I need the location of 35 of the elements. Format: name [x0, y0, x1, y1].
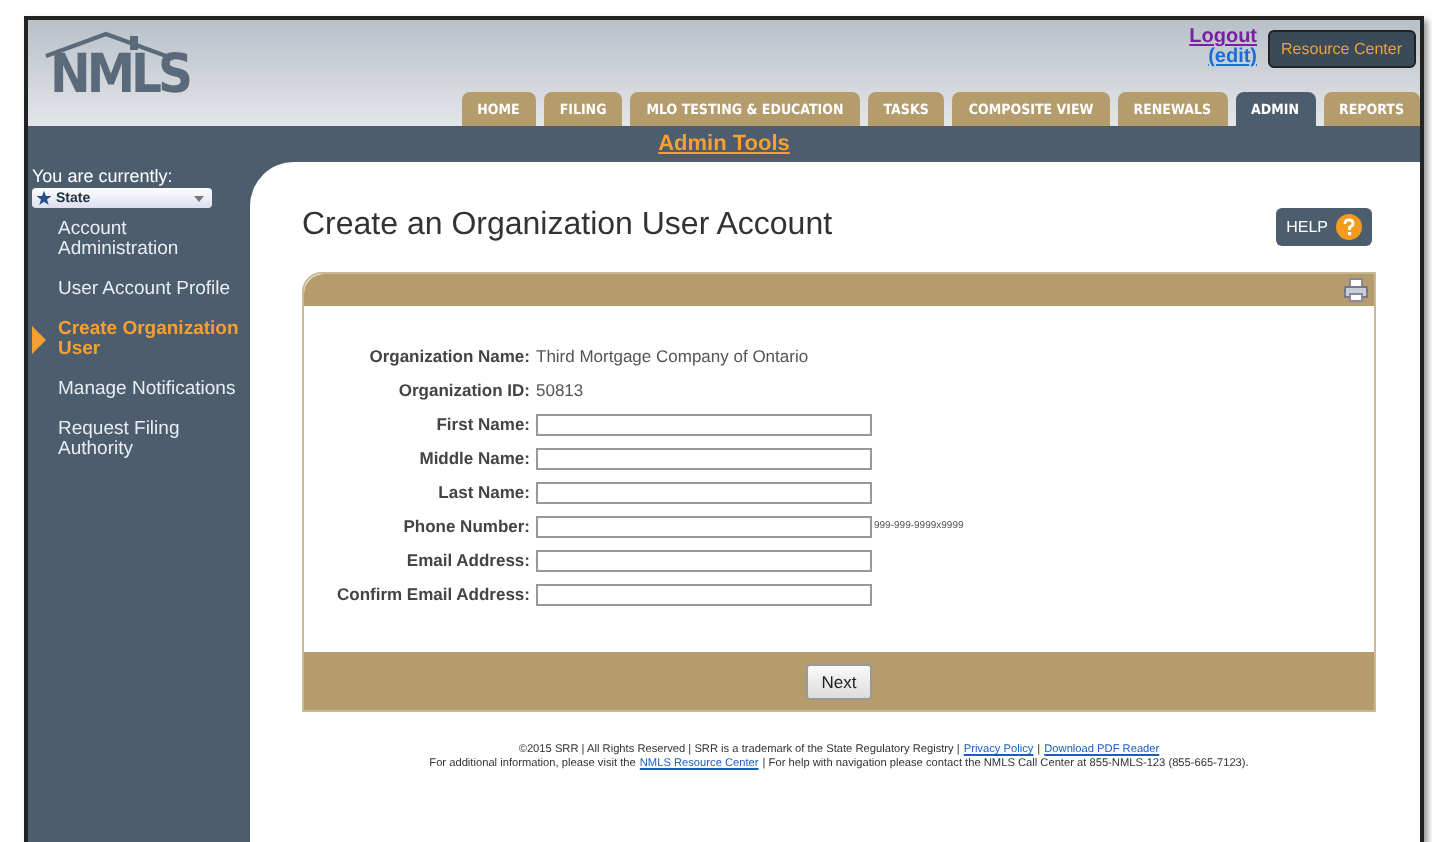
next-button[interactable]: Next [805, 663, 873, 699]
edit-link[interactable]: (edit) [1208, 48, 1258, 68]
section-title: Admin Tools [658, 132, 790, 156]
sidebar-item[interactable]: Account Administration [58, 220, 250, 260]
sidebar-item[interactable]: Request Filing Authority [58, 420, 250, 460]
field-label: Phone Number: [401, 516, 530, 536]
dropdown-arrow-icon [194, 195, 204, 201]
printer-icon[interactable] [1344, 278, 1368, 302]
input-field[interactable] [536, 447, 872, 469]
context-label: You are currently: [32, 166, 175, 186]
field-label: First Name: [434, 414, 530, 434]
input-field[interactable] [536, 583, 872, 605]
input-field[interactable] [536, 481, 872, 503]
field-label: Organization ID: [396, 380, 530, 400]
field-value: 50813 [536, 380, 584, 400]
field-label: Email Address: [404, 550, 530, 570]
logout-link[interactable]: Logout [1189, 28, 1258, 48]
logo-text: NMLS [50, 50, 189, 102]
field-label: Organization Name: [367, 346, 530, 366]
sidebar-item[interactable]: Manage Notifications [58, 380, 236, 400]
field-label: Last Name: [436, 482, 530, 502]
field-label: Confirm Email Address: [334, 584, 530, 604]
help-button[interactable]: HELP [1276, 207, 1372, 245]
input-field[interactable] [536, 515, 872, 537]
star-icon [36, 190, 52, 206]
sidebar-item[interactable]: Create Organization User [58, 320, 250, 360]
page-title: Create an Organization User Account [302, 208, 833, 244]
sidebar-item[interactable]: User Account Profile [58, 280, 231, 300]
input-field[interactable] [536, 549, 872, 571]
resource-center-button[interactable]: Resource Center [1267, 29, 1416, 67]
input-field[interactable] [536, 413, 872, 435]
current-marker-icon [32, 326, 46, 354]
field-value: Third Mortgage Company of Ontario [536, 346, 809, 366]
field-label: Middle Name: [417, 448, 530, 468]
question-icon [1336, 213, 1362, 239]
